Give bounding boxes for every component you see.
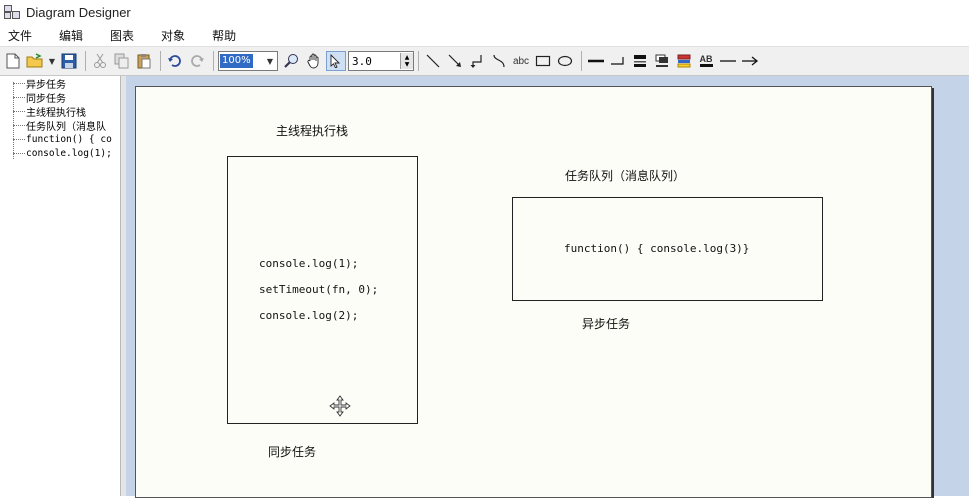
text-tool-icon[interactable]: abc — [511, 51, 531, 71]
copy-icon[interactable] — [112, 51, 132, 71]
task-queue-content[interactable]: function() { console.log(3)} — [564, 242, 749, 255]
cut-icon[interactable] — [90, 51, 110, 71]
async-task-label[interactable]: 异步任务 — [582, 315, 630, 332]
menu-help[interactable]: 帮助 — [204, 27, 236, 44]
tree-item-task-queue[interactable]: 任务队列（消息队 — [13, 118, 106, 133]
select-tool-icon[interactable] — [326, 51, 346, 71]
tree-item-label: 同步任务 — [26, 93, 66, 105]
menu-bar: 文件 编辑 图表 对象 帮助 — [0, 24, 969, 47]
document-tree: 异步任务 同步任务 主线程执行栈 任务队列（消息队 function() { c… — [0, 76, 121, 496]
arrow-line-tool-icon[interactable] — [445, 51, 465, 71]
tree-branch-line — [13, 138, 25, 140]
font-icon[interactable]: AB — [696, 51, 716, 71]
layer-icon[interactable] — [674, 51, 694, 71]
toolbar-separator — [581, 51, 582, 71]
window-title: Diagram Designer — [26, 4, 131, 20]
zoom-select[interactable]: 100% ▼ — [218, 51, 278, 71]
undo-icon[interactable] — [165, 51, 185, 71]
line-end-icon[interactable] — [608, 51, 628, 71]
fill-color-icon[interactable] — [630, 51, 650, 71]
line-dash-icon[interactable] — [718, 51, 738, 71]
tree-branch-line — [13, 96, 25, 98]
shadow-icon[interactable] — [652, 51, 672, 71]
chevron-down-icon[interactable]: ▼ — [263, 53, 277, 69]
toolbar-separator — [418, 51, 419, 71]
save-icon[interactable] — [59, 51, 79, 71]
tree-item-main-stack[interactable]: 主线程执行栈 — [13, 104, 86, 119]
title-bar: Diagram Designer — [0, 0, 969, 24]
curve-connector-icon[interactable] — [489, 51, 509, 71]
main-stack-title[interactable]: 主线程执行栈 — [276, 122, 348, 139]
ellipse-tool-icon[interactable] — [555, 51, 575, 71]
stack-line-2[interactable]: setTimeout(fn, 0); — [259, 283, 378, 296]
tree-branch-line — [13, 110, 25, 112]
zoom-icon[interactable] — [282, 51, 302, 71]
move-cursor-icon — [329, 395, 351, 417]
paste-icon[interactable] — [134, 51, 154, 71]
tree-branch-line — [13, 124, 25, 126]
tree-item-label: 任务队列（消息队 — [26, 121, 106, 133]
font-underline-bar — [699, 64, 713, 67]
line-width-spinner[interactable]: 3.0 ▲ ▼ — [348, 51, 414, 71]
tree-item-function[interactable]: function() { co — [13, 132, 112, 146]
line-tool-icon[interactable] — [423, 51, 443, 71]
zoom-value: 100% — [220, 54, 253, 68]
tree-item-sync[interactable]: 同步任务 — [13, 90, 66, 105]
line-style-icon[interactable] — [586, 51, 606, 71]
spin-buttons[interactable]: ▲ ▼ — [400, 53, 413, 69]
new-file-icon[interactable] — [3, 51, 23, 71]
menu-file[interactable]: 文件 — [0, 27, 32, 44]
font-tool-label: AB — [699, 54, 713, 64]
app-icon — [4, 5, 20, 19]
toolbar-separator — [85, 51, 86, 71]
tree-branch-line — [13, 152, 25, 154]
toolbar-separator — [160, 51, 161, 71]
menu-diagram[interactable]: 图表 — [102, 27, 134, 44]
tree-item-label: 主线程执行栈 — [26, 107, 86, 119]
arrow-right-icon[interactable] — [740, 51, 760, 71]
tree-branch-line — [13, 82, 25, 84]
elbow-connector-icon[interactable] — [467, 51, 487, 71]
task-queue-title[interactable]: 任务队列（消息队列） — [565, 167, 685, 184]
toolbar-separator — [213, 51, 214, 71]
pan-hand-icon[interactable] — [304, 51, 324, 71]
menu-edit[interactable]: 编辑 — [51, 27, 83, 44]
sync-task-label[interactable]: 同步任务 — [268, 443, 316, 460]
tree-item-async[interactable]: 异步任务 — [13, 76, 66, 91]
stack-line-1[interactable]: console.log(1); — [259, 257, 358, 270]
stack-line-3[interactable]: console.log(2); — [259, 309, 358, 322]
tree-item-label: function() { co — [26, 133, 112, 145]
dropdown-arrow-icon[interactable]: ▼ — [47, 51, 57, 71]
toolbar: ▼ 100% ▼ 3.0 ▲ ▼ abc AB — [0, 47, 969, 76]
line-width-value: 3.0 — [352, 54, 372, 68]
redo-icon[interactable] — [187, 51, 207, 71]
open-folder-icon[interactable] — [25, 51, 45, 71]
tree-item-label: console.log(1); — [26, 147, 112, 159]
tree-item-console-log[interactable]: console.log(1); — [13, 146, 112, 160]
menu-object[interactable]: 对象 — [153, 27, 185, 44]
tree-item-label: 异步任务 — [26, 79, 66, 91]
rectangle-tool-icon[interactable] — [533, 51, 553, 71]
